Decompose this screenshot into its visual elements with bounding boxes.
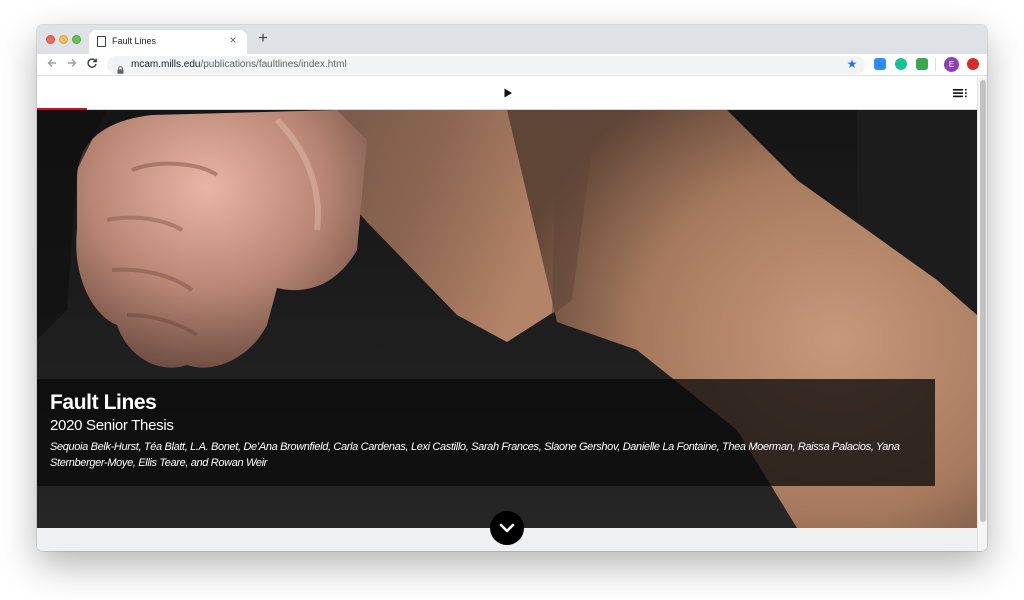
lastpass-extension-icon[interactable] [967,58,979,70]
back-arrow-icon[interactable] [45,57,59,71]
tab-title: Fault Lines [112,36,157,46]
chevron-down-icon [499,523,515,533]
star-icon[interactable]: ★ [845,57,859,71]
hero-caption: Fault Lines 2020 Senior Thesis Sequoia B… [37,379,935,486]
story-credits: Sequoia Belk-Hurst, Téa Blatt, L.A. Bone… [50,441,900,469]
hero-section: Fault Lines 2020 Senior Thesis Sequoia B… [37,110,977,528]
toolbar-divider [935,58,936,71]
url-path: /publications/faultlines/index.html [200,59,347,70]
story-title: Fault Lines [50,391,157,414]
extension-icon[interactable] [916,58,928,70]
browser-window: Fault Lines × + mcam.mills.edu/publicati… [37,25,987,551]
vertical-scrollbar[interactable] [977,77,987,551]
page-viewport: Fault Lines 2020 Senior Thesis Sequoia B… [37,77,987,551]
forward-arrow-icon[interactable] [65,57,79,71]
new-tab-button[interactable]: + [255,31,271,47]
zoom-extension-icon[interactable] [874,58,886,70]
tab-strip: Fault Lines × + [37,25,987,54]
tab-close-icon[interactable]: × [227,34,239,46]
story-header [37,77,977,110]
scrollbar-thumb[interactable] [980,80,986,522]
zoom-window-button[interactable] [72,35,81,44]
story-subtitle: 2020 Senior Thesis [50,417,174,434]
tab-fault-lines[interactable]: Fault Lines × [89,30,247,54]
address-bar[interactable]: mcam.mills.edu/publications/faultlines/i… [107,56,865,74]
browser-toolbar: mcam.mills.edu/publications/faultlines/i… [37,54,987,76]
close-window-button[interactable] [46,35,55,44]
profile-avatar[interactable]: E [944,57,959,72]
url-text[interactable]: mcam.mills.edu/publications/faultlines/i… [131,59,347,70]
grammarly-extension-icon[interactable] [895,58,907,70]
play-icon[interactable] [501,85,515,101]
scroll-down-button[interactable] [490,511,524,545]
url-host: mcam.mills.edu [131,59,201,70]
reload-icon[interactable] [85,57,99,71]
page-favicon-icon [97,36,106,47]
menu-icon[interactable] [953,86,969,100]
lock-icon[interactable] [117,61,124,74]
minimize-window-button[interactable] [59,35,68,44]
